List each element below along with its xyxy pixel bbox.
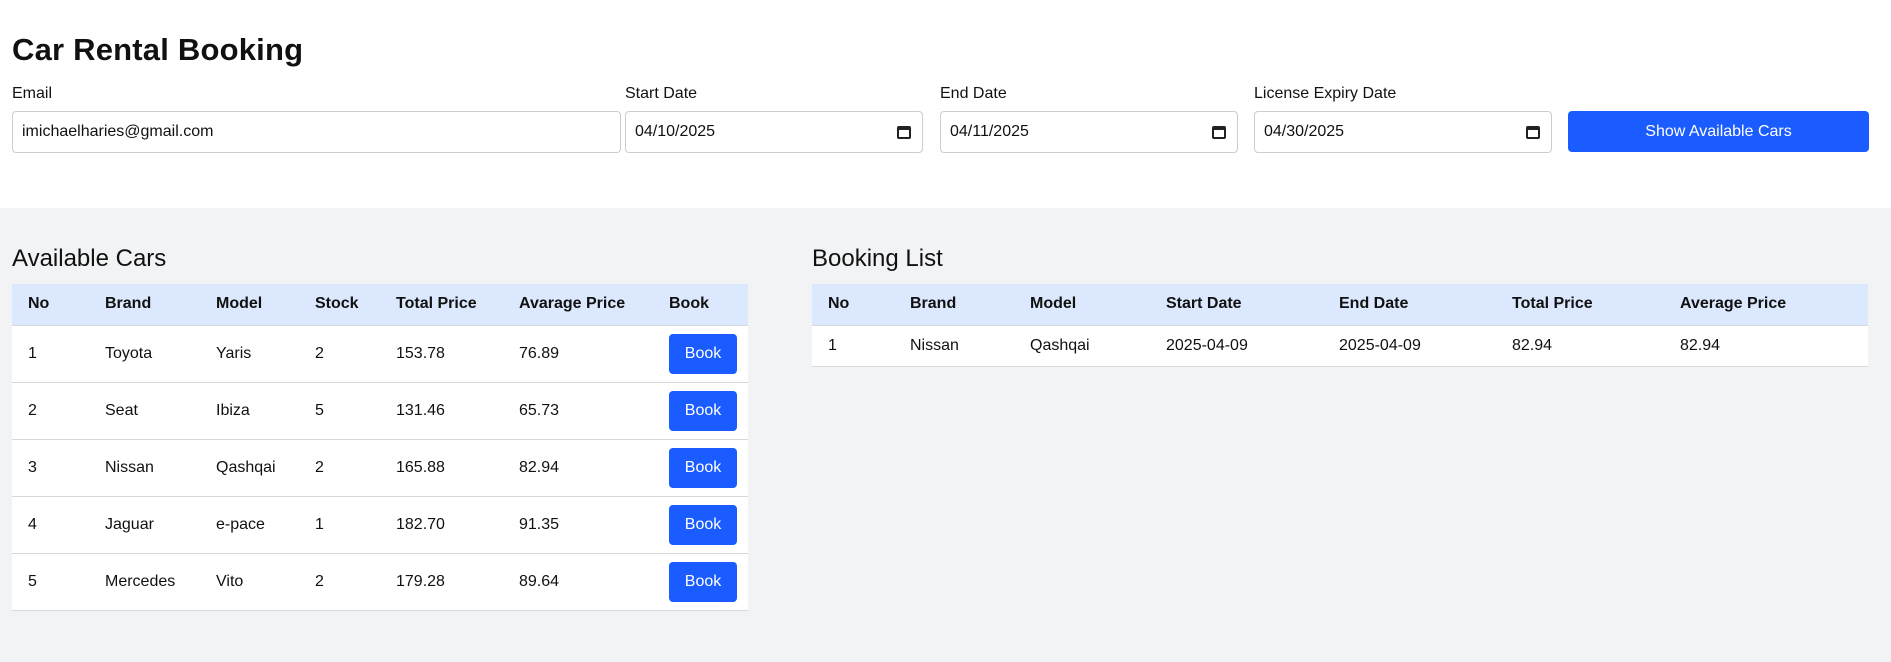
booking-list-panel: Booking List No Brand Model Start Date E… (812, 244, 1868, 367)
table-cell: Seat (89, 381, 200, 439)
booking-list-title: Booking List (812, 245, 943, 272)
book-button[interactable]: Book (669, 561, 737, 602)
table-header-row: No Brand Model Start Date End Date Total… (812, 284, 1868, 325)
table-cell: 4 (12, 495, 89, 553)
table-cell: Nissan (894, 324, 1014, 367)
table-row: 5 Mercedes Vito 2 179.28 89.64 Book (12, 552, 748, 611)
table-cell: 76.89 (503, 324, 653, 382)
table-cell: 82.94 (503, 438, 653, 496)
table-cell: Toyota (89, 324, 200, 382)
table-cell: Jaguar (89, 495, 200, 553)
table-cell: 2 (299, 552, 380, 611)
start-date-label: Start Date (625, 85, 698, 102)
column-header: Total Price (1512, 295, 1593, 313)
table-row: 1 Toyota Yaris 2 153.78 76.89 Book (12, 324, 748, 382)
table-cell: Ibiza (200, 381, 299, 439)
table-cell: 153.78 (380, 324, 503, 382)
table-cell: 1 (12, 324, 89, 382)
table-row: 3 Nissan Qashqai 2 165.88 82.94 Book (12, 438, 748, 496)
available-cars-panel: Available Cars No Brand Model Stock Tota… (12, 244, 748, 611)
table-cell: 89.64 (503, 552, 653, 611)
book-button[interactable]: Book (669, 504, 737, 545)
table-cell: 91.35 (503, 495, 653, 553)
table-cell: Qashqai (200, 438, 299, 496)
column-header: Book (669, 295, 709, 313)
start-date-input[interactable]: 04/10/2025 (625, 111, 923, 153)
booking-form-section: Car Rental Booking Email imichaelharies@… (0, 0, 1891, 208)
column-header: Start Date (1166, 295, 1242, 313)
license-expiry-value: 04/30/2025 (1264, 123, 1345, 140)
book-button[interactable]: Book (669, 447, 737, 488)
license-expiry-input[interactable]: 04/30/2025 (1254, 111, 1552, 153)
results-section: Available Cars No Brand Model Stock Tota… (0, 208, 1891, 662)
end-date-input[interactable]: 04/11/2025 (940, 111, 1238, 153)
start-date-value: 04/10/2025 (635, 123, 716, 140)
end-date-value: 04/11/2025 (950, 123, 1029, 140)
table-cell: 82.94 (1496, 324, 1664, 367)
table-cell: 5 (299, 381, 380, 439)
column-header: Brand (910, 295, 957, 313)
email-input[interactable]: imichaelharies@gmail.com (12, 111, 621, 153)
column-header: Total Price (396, 295, 477, 313)
column-header: Average Price (1680, 295, 1787, 313)
table-cell: Mercedes (89, 552, 200, 611)
booking-form: Email imichaelharies@gmail.com Start Dat… (12, 84, 1879, 154)
available-cars-table: No Brand Model Stock Total Price Avarage… (12, 284, 748, 611)
column-header: Model (1030, 295, 1077, 313)
column-header: No (28, 295, 50, 313)
table-cell: Nissan (89, 438, 200, 496)
column-header: Brand (105, 295, 152, 313)
table-cell: e-pace (200, 495, 299, 553)
table-cell: 2025-04-09 (1150, 324, 1323, 367)
page-title: Car Rental Booking (12, 32, 304, 67)
table-row: 4 Jaguar e-pace 1 182.70 91.35 Book (12, 495, 748, 553)
table-cell: 2 (299, 324, 380, 382)
table-cell: 2 (299, 438, 380, 496)
table-cell: 82.94 (1664, 324, 1868, 367)
booking-list-table: No Brand Model Start Date End Date Total… (812, 284, 1868, 367)
table-cell: 1 (812, 324, 894, 367)
column-header: Stock (315, 295, 359, 313)
end-date-field-group: End Date 04/11/2025 (940, 84, 1238, 153)
start-date-field-group: Start Date 04/10/2025 (625, 84, 923, 153)
table-cell: Book (653, 495, 748, 553)
table-row: 1 Nissan Qashqai 2025-04-09 2025-04-09 8… (812, 324, 1868, 367)
table-cell: Book (653, 381, 748, 439)
table-cell: 3 (12, 438, 89, 496)
email-value: imichaelharies@gmail.com (22, 123, 214, 140)
table-cell: 65.73 (503, 381, 653, 439)
book-button[interactable]: Book (669, 390, 737, 431)
available-cars-title: Available Cars (12, 245, 167, 272)
license-expiry-field-group: License Expiry Date 04/30/2025 (1254, 84, 1552, 153)
table-cell: 179.28 (380, 552, 503, 611)
table-cell: 131.46 (380, 381, 503, 439)
table-cell: Qashqai (1014, 324, 1150, 367)
email-label: Email (12, 85, 53, 102)
table-cell: 2025-04-09 (1323, 324, 1496, 367)
license-expiry-label: License Expiry Date (1254, 85, 1397, 102)
table-cell: Book (653, 324, 748, 382)
calendar-icon[interactable] (1212, 125, 1226, 139)
email-field-group: Email imichaelharies@gmail.com (12, 84, 621, 153)
table-row: 2 Seat Ibiza 5 131.46 65.73 Book (12, 381, 748, 439)
table-cell: 2 (12, 381, 89, 439)
column-header: Avarage Price (519, 295, 626, 313)
table-cell: 5 (12, 552, 89, 611)
book-button[interactable]: Book (669, 333, 737, 374)
table-cell: 1 (299, 495, 380, 553)
table-cell: Yaris (200, 324, 299, 382)
table-cell: Vito (200, 552, 299, 611)
column-header: Model (216, 295, 263, 313)
end-date-label: End Date (940, 85, 1007, 102)
calendar-icon[interactable] (897, 125, 911, 139)
table-cell: Book (653, 552, 748, 611)
table-header-row: No Brand Model Stock Total Price Avarage… (12, 284, 748, 325)
show-available-cars-button[interactable]: Show Available Cars (1568, 111, 1869, 152)
table-cell: 165.88 (380, 438, 503, 496)
calendar-icon[interactable] (1526, 125, 1540, 139)
column-header: End Date (1339, 295, 1409, 313)
table-cell: Book (653, 438, 748, 496)
table-cell: 182.70 (380, 495, 503, 553)
column-header: No (828, 295, 850, 313)
